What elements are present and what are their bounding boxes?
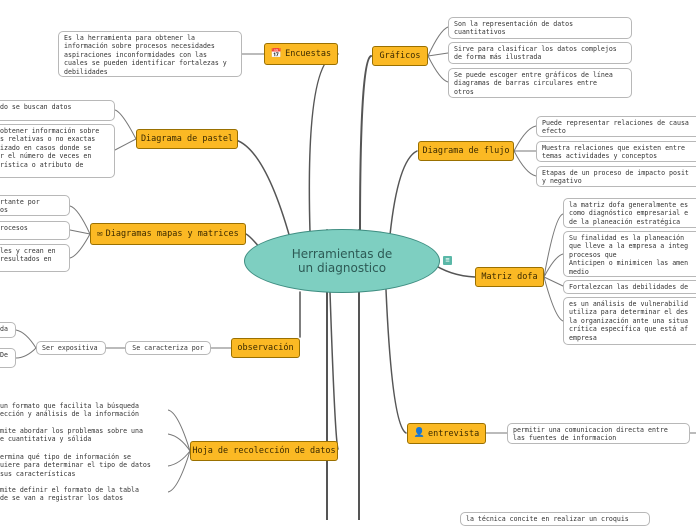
notes-icon: ≡	[443, 256, 452, 265]
topic-diagramas-mapas[interactable]: ✉ Diagramas mapas y matrices	[90, 223, 246, 245]
note-hoja-4[interactable]: mite definir el formato de la tabla de s…	[0, 483, 168, 504]
topic-observacion[interactable]: observación	[231, 338, 300, 358]
topic-entrevista[interactable]: 👤 entrevista	[407, 423, 486, 444]
note-hoja-3[interactable]: ermina qué tipo de información se uiere …	[0, 450, 168, 479]
note-graficos-1[interactable]: Son la representación de datos cuantitat…	[448, 17, 632, 39]
note-encuestas-1[interactable]: Es la herramienta para obtener la inform…	[58, 31, 242, 77]
note-hoja-2[interactable]: mite abordar los problemas sobre una e c…	[0, 424, 168, 445]
note-dofa-3[interactable]: Fortalezcan las debilidades de	[563, 280, 696, 294]
topic-entrevista-label: entrevista	[428, 428, 480, 439]
topic-graficos[interactable]: Gráficos	[372, 46, 428, 66]
topic-encuestas[interactable]: 📅 Encuestas	[264, 43, 338, 65]
note-flujo-1[interactable]: Puede representar relaciones de causa ef…	[536, 116, 696, 137]
topic-graficos-label: Gráficos	[379, 51, 421, 61]
note-flujo-2[interactable]: Muestra relaciones que existen entre tem…	[536, 141, 696, 162]
envelope-icon: ✉	[97, 228, 103, 239]
note-pastel-2[interactable]: obtener información sobre s relativas o …	[0, 124, 115, 178]
topic-diagrama-flujo-label: Diagrama de flujo	[422, 146, 510, 156]
note-mapas-3[interactable]: les y crean en resultados en	[0, 244, 70, 272]
note-dofa-1[interactable]: la matriz dofa generalmente es como diag…	[563, 198, 696, 228]
topic-diagrama-pastel-label: Diagrama de pastel	[140, 134, 234, 144]
topic-observacion-label: observación	[237, 343, 294, 353]
topic-diagramas-mapas-label: Diagramas mapas y matrices	[105, 229, 239, 239]
note-hoja-1[interactable]: un formato que facilita la búsqueda ecci…	[0, 399, 168, 420]
topic-diagrama-flujo[interactable]: Diagrama de flujo	[418, 141, 514, 161]
person-icon: 👤	[413, 428, 426, 438]
note-mapas-2[interactable]: rocesos	[0, 221, 70, 240]
topic-hoja-recoleccion-label: Hoja de recolección de datos	[192, 446, 336, 456]
topic-diagrama-pastel[interactable]: Diagrama de pastel	[136, 129, 238, 149]
note-flujo-3[interactable]: Etapas de un proceso de impacto posit y …	[536, 166, 696, 187]
topic-matriz-dofa-label: Matriz dofa	[481, 272, 538, 282]
calendar-icon: 📅	[270, 48, 283, 59]
note-se-caracteriza[interactable]: Se caracteriza por	[125, 341, 211, 355]
note-graficos-3[interactable]: Se puede escoger entre gráficos de línea…	[448, 68, 632, 98]
note-bottom-1[interactable]: la técnica concite en realizar un croqui…	[460, 512, 650, 526]
note-obs-2[interactable]: De	[0, 348, 16, 368]
note-graficos-2[interactable]: Sirve para clasificar los datos complejo…	[448, 42, 632, 64]
topic-hoja-recoleccion[interactable]: Hoja de recolección de datos	[190, 441, 338, 461]
note-dofa-4[interactable]: es un análisis de vulnerabilid utiliza p…	[563, 297, 696, 345]
topic-encuestas-label: Encuestas	[285, 49, 332, 59]
note-dofa-2[interactable]: Su finalidad es la planeación que lleve …	[563, 231, 696, 277]
topic-matriz-dofa[interactable]: Matriz dofa	[475, 267, 544, 287]
note-obs-1[interactable]: da	[0, 322, 16, 338]
note-entrevista-1[interactable]: permitir una comunicacion directa entre …	[507, 423, 690, 444]
note-mapas-1[interactable]: rtante por os	[0, 195, 70, 216]
note-pastel-1[interactable]: do se buscan datos	[0, 100, 115, 121]
note-ser-expositiva[interactable]: Ser expositiva	[36, 341, 106, 355]
central-topic[interactable]: Herramientas de un diagnostico	[244, 229, 440, 293]
